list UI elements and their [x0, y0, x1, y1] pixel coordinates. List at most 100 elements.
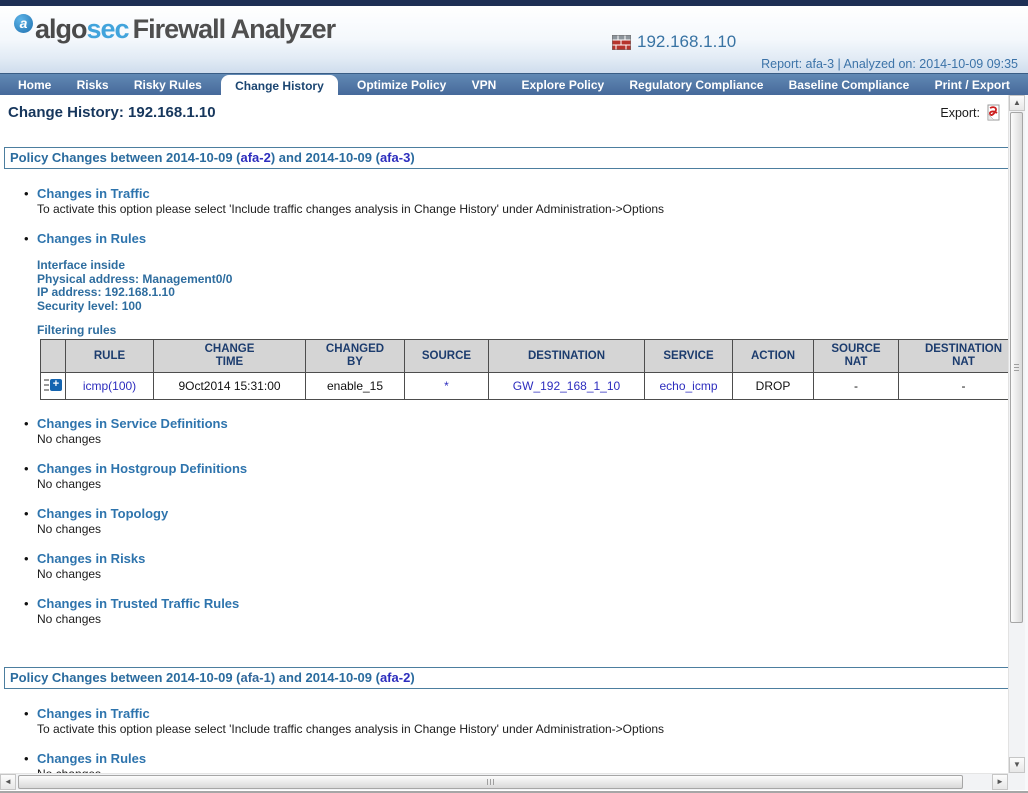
- tab-explore-policy[interactable]: Explore Policy: [515, 75, 610, 95]
- logo-algo: algo: [35, 14, 88, 44]
- firewall-icon: [612, 34, 631, 50]
- logo-product: Firewall Analyzer: [132, 14, 337, 44]
- filtering-rules-table: RULE CHANGE TIME CHANGED BY SOURCE DESTI…: [40, 339, 1008, 400]
- horizontal-scrollbar-thumb[interactable]: [18, 775, 963, 789]
- tab-print-export[interactable]: Print / Export: [929, 75, 1016, 95]
- revision-link-afa-3[interactable]: afa-3: [380, 150, 410, 165]
- tab-regulatory-compliance[interactable]: Regulatory Compliance: [623, 75, 769, 95]
- report-info: Report: afa-3 | Analyzed on: 2014-10-09 …: [761, 57, 1018, 71]
- tab-baseline-compliance[interactable]: Baseline Compliance: [783, 75, 916, 95]
- tab-change-history[interactable]: Change History: [221, 74, 338, 99]
- change-time-cell: 9Oct2014 15:31:00: [153, 372, 306, 400]
- page-title: Change History: 192.168.1.10: [8, 104, 216, 121]
- no-changes-note: No changes: [37, 477, 102, 491]
- app-window: a algosec Firewall Analyzer 192.168.1.10 …: [0, 0, 1028, 793]
- service-link[interactable]: echo_icmp: [659, 379, 717, 393]
- traffic-note: To activate this option please select 'I…: [37, 722, 665, 736]
- filtering-rules-table-wrap: RULE CHANGE TIME CHANGED BY SOURCE DESTI…: [40, 339, 1008, 400]
- list-item-topology: Changes in Topology No changes: [24, 506, 1028, 537]
- section-header-text: ): [410, 150, 415, 165]
- list-item-changes-in-rules-2: Changes in Rules No changes: [24, 751, 1028, 773]
- scroll-right-button[interactable]: ►: [992, 774, 1008, 790]
- algosec-logo-icon: a: [14, 14, 33, 33]
- no-changes-note: No changes: [37, 432, 102, 446]
- list-item-risks: Changes in Risks No changes: [24, 551, 1028, 582]
- table-row: + icmp(100) 9Oct2014 15:31:00 enable_15 …: [40, 372, 1008, 400]
- scroll-down-button[interactable]: ▼: [1009, 757, 1025, 773]
- masthead: a algosec Firewall Analyzer 192.168.1.10 …: [0, 6, 1028, 73]
- device-ip: 192.168.1.10: [637, 32, 737, 51]
- device-indicator: 192.168.1.10: [612, 32, 736, 52]
- changes-in-risks-link[interactable]: Changes in Risks: [37, 551, 1028, 566]
- no-changes-note: No changes: [37, 522, 102, 536]
- source-nat-cell: -: [813, 372, 899, 400]
- section-header-afa2-afa3: Policy Changes between 2014-10-09 (afa-2…: [4, 147, 1024, 169]
- filtering-rules-label: Filtering rules: [37, 323, 117, 337]
- scroll-left-button[interactable]: ◄: [0, 774, 16, 790]
- list-item-changes-in-traffic: Changes in Traffic To activate this opti…: [24, 186, 1028, 217]
- tab-optimize-policy[interactable]: Optimize Policy: [351, 75, 452, 95]
- changes-in-service-definitions-link[interactable]: Changes in Service Definitions: [37, 416, 1028, 431]
- changes-in-traffic-link[interactable]: Changes in Traffic: [37, 186, 1028, 201]
- destination-link[interactable]: GW_192_168_1_10: [513, 379, 620, 393]
- export-control: Export:: [940, 104, 1002, 121]
- changes-in-rules-link[interactable]: Changes in Rules: [37, 751, 1028, 766]
- section-header-text: Policy Changes between 2014-10-09 (: [10, 670, 241, 685]
- list-item-service-definitions: Changes in Service Definitions No change…: [24, 416, 1028, 447]
- col-change-time: CHANGE TIME: [153, 339, 306, 373]
- changes-in-topology-link[interactable]: Changes in Topology: [37, 506, 1028, 521]
- section-header-text: Policy Changes between 2014-10-09 (: [10, 150, 241, 165]
- rule-link[interactable]: icmp(100): [83, 379, 136, 393]
- tab-vpn[interactable]: VPN: [466, 75, 503, 95]
- col-action: ACTION: [732, 339, 814, 373]
- horizontal-scrollbar[interactable]: ◄ ►: [0, 773, 1008, 790]
- main-nav: Home Risks Risky Rules Change History Op…: [0, 73, 1028, 99]
- list-item-trusted-traffic-rules: Changes in Trusted Traffic Rules No chan…: [24, 596, 1028, 627]
- list-item-changes-in-traffic-2: Changes in Traffic To activate this opti…: [24, 706, 1028, 737]
- list-item-hostgroup-definitions: Changes in Hostgroup Definitions No chan…: [24, 461, 1028, 492]
- content-area: Change History: 192.168.1.10 Export: Pol…: [0, 95, 1028, 773]
- ip-address: IP address: 192.168.1.10: [37, 285, 175, 299]
- logo-text: algosec Firewall Analyzer: [35, 14, 337, 45]
- section-header-text: ): [410, 670, 415, 685]
- export-label: Export:: [940, 105, 980, 120]
- changes-in-traffic-link[interactable]: Changes in Traffic: [37, 706, 1028, 721]
- vertical-scrollbar-thumb[interactable]: [1010, 112, 1023, 623]
- pdf-icon[interactable]: [985, 104, 1002, 121]
- col-source: SOURCE: [404, 339, 489, 373]
- security-level: Security level: 100: [37, 298, 142, 313]
- revision-link-afa-2[interactable]: afa-2: [240, 150, 270, 165]
- col-changed-by: CHANGED BY: [305, 339, 405, 373]
- col-expand: [40, 339, 66, 373]
- no-changes-note: No changes: [37, 567, 102, 581]
- expand-rule-icon[interactable]: +: [44, 378, 62, 391]
- action-cell: DROP: [732, 372, 814, 400]
- changes-in-hostgroup-definitions-link[interactable]: Changes in Hostgroup Definitions: [37, 461, 1028, 476]
- source-link[interactable]: *: [444, 379, 449, 393]
- physical-address: Physical address: Management0/0: [37, 271, 233, 286]
- section-header-text: ) and 2014-10-09 (: [270, 150, 380, 165]
- interface-details: Interface inside Physical address: Manag…: [37, 258, 1028, 313]
- tab-risky-rules[interactable]: Risky Rules: [128, 75, 208, 95]
- logo-sec: sec: [86, 14, 130, 44]
- col-source-nat: SOURCE NAT: [813, 339, 899, 373]
- col-rule: RULE: [65, 339, 154, 373]
- algosec-logo: a algosec Firewall Analyzer: [14, 14, 337, 45]
- col-service: SERVICE: [644, 339, 733, 373]
- tab-home[interactable]: Home: [12, 75, 57, 95]
- col-destination-nat: DESTINATION NAT: [898, 339, 1008, 373]
- scroll-up-button[interactable]: ▲: [1009, 95, 1025, 111]
- section-header-text: ) and 2014-10-09 (: [270, 670, 380, 685]
- revision-link-afa-2[interactable]: afa-2: [380, 670, 410, 685]
- revision-link-afa-1[interactable]: afa-1: [240, 670, 270, 685]
- changes-in-rules-link[interactable]: Changes in Rules: [37, 231, 1028, 246]
- interface-name: Interface inside: [37, 258, 126, 272]
- changed-by-cell: enable_15: [305, 372, 405, 400]
- tab-risks[interactable]: Risks: [71, 75, 115, 95]
- destination-nat-cell: -: [898, 372, 1008, 400]
- no-changes-note: No changes: [37, 612, 102, 626]
- list-item-changes-in-rules: Changes in Rules: [24, 231, 1028, 246]
- vertical-scrollbar[interactable]: ▲ ▼: [1008, 95, 1025, 773]
- col-destination: DESTINATION: [488, 339, 645, 373]
- changes-in-trusted-traffic-rules-link[interactable]: Changes in Trusted Traffic Rules: [37, 596, 1028, 611]
